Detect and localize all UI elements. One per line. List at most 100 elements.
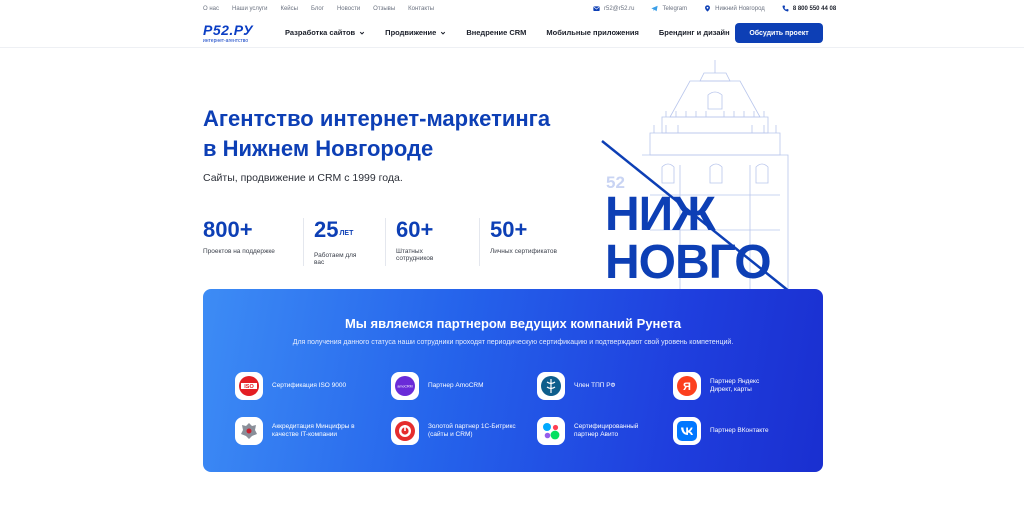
logo-mark: Р52.РУ	[203, 22, 254, 38]
city-text: Нижний Новгород	[715, 5, 765, 12]
top-link-news[interactable]: Новости	[337, 6, 360, 12]
stat-label: Работаем для вас	[314, 252, 357, 266]
stat-number: 25	[314, 217, 339, 242]
stat-value: 800+	[203, 218, 283, 242]
logo-subtitle: интернет-агентство	[203, 38, 249, 44]
stat-label: Штатных сотрудников	[396, 248, 434, 262]
menu-item-mobile-apps[interactable]: Мобильные приложения	[546, 28, 638, 37]
tpp-icon	[541, 376, 561, 396]
chevron-down-icon	[360, 31, 365, 35]
svg-text:Я: Я	[683, 381, 691, 393]
tpp-badge	[537, 372, 565, 400]
iso-badge: ISO	[235, 372, 263, 400]
partner-bitrix[interactable]: Золотой партнер 1С-Битрикс (сайты и CRM)	[391, 417, 528, 445]
partner-label: Партнер AmoCRM	[428, 382, 484, 389]
partner-tpp[interactable]: Член ТПП РФ	[537, 372, 674, 400]
yandex-badge: Я	[673, 372, 701, 400]
chevron-down-icon	[441, 31, 446, 35]
partner-label: Партнер ВКонтакте	[710, 427, 769, 434]
graphic-word-2: НОВГО	[605, 236, 772, 289]
telegram-text: Telegram	[662, 5, 688, 12]
top-bar: О нас Наши услуги Кейсы Блог Новости Отз…	[0, 0, 1024, 18]
stat-value: 50+	[490, 218, 559, 242]
menu-label: Внедрение CRM	[466, 28, 527, 37]
partners-card: Мы являемся партнером ведущих компаний Р…	[203, 289, 823, 472]
top-link-cases[interactable]: Кейсы	[280, 6, 298, 12]
phone-text: 8 800 550 44 08	[792, 5, 837, 12]
menu-item-crm[interactable]: Внедрение CRM	[466, 28, 526, 37]
avito-icon	[543, 423, 560, 440]
stat-label: Проектов на поддержке	[203, 248, 275, 255]
amocrm-badge: amoCRM	[391, 372, 419, 400]
stat-value: 60+	[396, 218, 459, 242]
svg-text:ISO: ISO	[244, 384, 254, 390]
phone-link[interactable]: 8 800 550 44 08	[782, 5, 836, 12]
stat-suffix: ЛЕТ	[339, 230, 354, 237]
partner-label: Аккредитация Минцифры в качестве IT-комп…	[272, 423, 355, 438]
partner-amocrm[interactable]: amoCRM Партнер AmoCRM	[391, 372, 528, 400]
partner-iso[interactable]: ISO Сертификация ISO 9000	[235, 372, 372, 400]
partner-yandex[interactable]: Я Партнер Яндекс Директ, карты	[673, 372, 780, 400]
vk-icon	[677, 421, 697, 441]
amocrm-icon: amoCRM	[395, 376, 415, 396]
partners-subtitle: Для получения данного статуса наши сотру…	[292, 339, 734, 346]
page: О нас Наши услуги Кейсы Блог Новости Отз…	[0, 0, 1024, 523]
telegram-icon	[651, 5, 659, 12]
menu-item-branding[interactable]: Брендинг и дизайн	[659, 28, 730, 37]
email-text: r52@r52.ru	[604, 5, 635, 12]
hero-subtitle: Сайты, продвижение и CRM с 1999 года.	[203, 172, 403, 184]
stat-label: Личных сертификатов	[490, 248, 557, 255]
partner-label: Золотой партнер 1С-Битрикс (сайты и CRM)	[428, 423, 516, 438]
avito-badge	[537, 417, 565, 445]
top-link-about[interactable]: О нас	[203, 6, 219, 12]
stat-number: 800+	[203, 217, 253, 242]
stats-row: 800+ Проектов на поддержке 25 ЛЕТ Работае…	[203, 218, 579, 266]
top-link-blog[interactable]: Блог	[311, 6, 324, 12]
mail-icon	[593, 6, 600, 11]
telegram-link[interactable]: Telegram	[651, 5, 687, 12]
stat-employees: 60+ Штатных сотрудников	[385, 218, 479, 266]
logo[interactable]: Р52.РУ интернет-агентство	[203, 22, 254, 44]
menu-item-promotion[interactable]: Продвижение	[385, 28, 446, 37]
menu-label: Брендинг и дизайн	[658, 28, 730, 37]
stat-number: 60+	[396, 217, 434, 242]
partner-label: Сертификация ISO 9000	[272, 382, 347, 389]
menu-label: Разработка сайтов	[285, 28, 356, 37]
partner-label: Член ТПП РФ	[574, 382, 616, 389]
email-link[interactable]: r52@r52.ru	[593, 5, 634, 12]
location-pin-icon	[705, 5, 711, 12]
stat-certificates: 50+ Личных сертификатов	[479, 218, 579, 266]
yandex-icon: Я	[677, 376, 697, 396]
top-contacts: r52@r52.ru Telegram Нижний Новгород 8 80…	[593, 5, 836, 12]
stat-years: 25 ЛЕТ Работаем для вас	[303, 218, 385, 266]
main-menu: Разработка сайтов Продвижение Внедрение …	[285, 28, 730, 37]
partner-label: Сертифицированный партнер Авито	[574, 423, 639, 438]
bitrix-icon	[395, 421, 415, 441]
menu-label: Продвижение	[385, 28, 437, 37]
city-link[interactable]: Нижний Новгород	[704, 5, 765, 12]
partner-avito[interactable]: Сертифицированный партнер Авито	[537, 417, 654, 445]
hero-title: Агентство интернет-маркетинга в Нижнем Н…	[203, 104, 603, 164]
bitrix-badge	[391, 417, 419, 445]
partners-title: Мы являемся партнером ведущих компаний Р…	[344, 316, 682, 331]
partner-vk[interactable]: Партнер ВКонтакте	[673, 417, 810, 445]
stat-value: 25 ЛЕТ	[314, 218, 365, 246]
stat-projects: 800+ Проектов на поддержке	[203, 218, 303, 266]
vk-badge	[673, 417, 701, 445]
graphic-word-1: НИЖ	[605, 188, 716, 241]
hero-title-line-2: в Нижнем Новгороде	[203, 136, 434, 161]
discuss-project-button[interactable]: Обсудить проект	[735, 23, 823, 43]
top-link-reviews[interactable]: Отзывы	[373, 6, 395, 12]
svg-text:amoCRM: amoCRM	[397, 385, 412, 389]
partner-label: Партнер Яндекс Директ, карты	[710, 378, 760, 393]
top-link-services[interactable]: Наши услуги	[232, 6, 267, 12]
menu-item-web-dev[interactable]: Разработка сайтов	[285, 28, 365, 37]
iso-icon: ISO	[239, 376, 259, 396]
mintsifry-icon	[241, 423, 257, 439]
stat-number: 50+	[490, 217, 528, 242]
mintsifry-badge	[235, 417, 263, 445]
phone-icon	[782, 5, 789, 12]
top-link-contacts[interactable]: Контакты	[408, 6, 434, 12]
top-nav: О нас Наши услуги Кейсы Блог Новости Отз…	[203, 6, 434, 12]
partner-mintsifry[interactable]: Аккредитация Минцифры в качестве IT-комп…	[235, 417, 372, 445]
